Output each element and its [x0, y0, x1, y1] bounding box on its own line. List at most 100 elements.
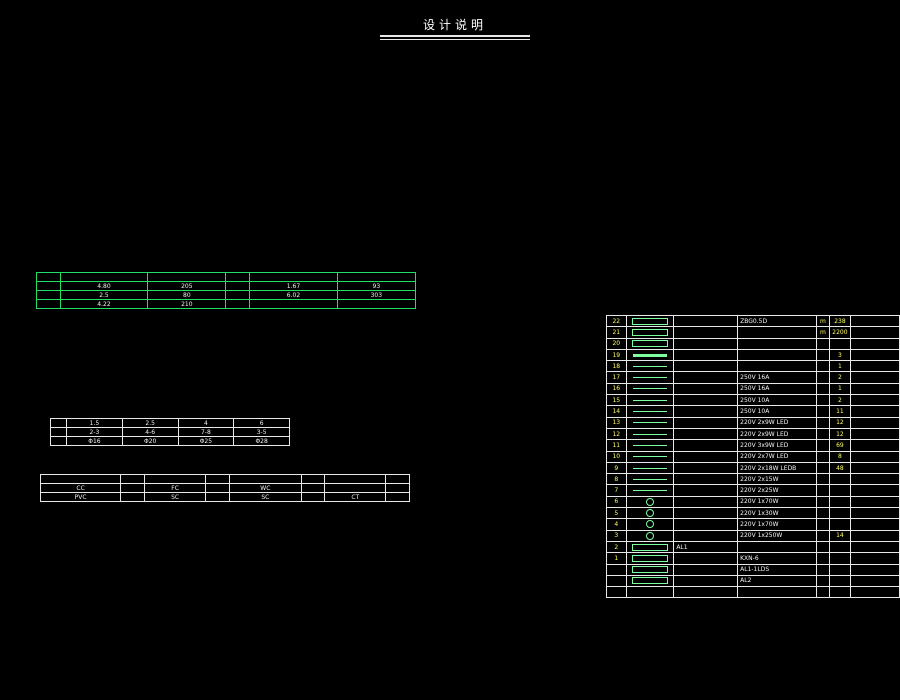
- spec-line: [6, 642, 440, 652]
- table-cell: 14: [606, 405, 627, 418]
- spec-line: [446, 68, 894, 78]
- spec-line: [6, 164, 440, 174]
- spec-line: [6, 241, 440, 251]
- spec-line: [446, 145, 894, 155]
- table-cell: Φ25: [177, 436, 235, 446]
- spec-line: [446, 299, 894, 309]
- table-cell: 80: [147, 290, 227, 300]
- legend-symbol: [625, 461, 675, 475]
- table-cell: [225, 281, 251, 291]
- table-cell: [49, 436, 68, 446]
- spec-line: [6, 613, 440, 623]
- table-cell: 238: [829, 314, 851, 328]
- spec-line: [6, 536, 440, 546]
- table-cell: 220V 2x15W: [737, 473, 817, 486]
- spec-line: [6, 116, 440, 126]
- table-cell: [673, 552, 739, 565]
- table-cell: [815, 507, 831, 520]
- table-row: 3 220V 1x250W 14: [606, 529, 900, 542]
- table-cell: [815, 529, 831, 542]
- table-cell: [673, 450, 739, 463]
- table-cell: Φ20: [121, 436, 179, 446]
- box-symbol-icon: [631, 543, 668, 551]
- table-cell: [849, 405, 900, 418]
- spec-line: [6, 661, 440, 671]
- table-row: [39, 474, 410, 484]
- line-symbol-icon: [632, 377, 667, 379]
- table-cell: AL1-1LDS: [737, 563, 817, 576]
- table-cell: [849, 450, 900, 463]
- table-cell: 4-6: [121, 427, 179, 437]
- line-symbol-icon: [632, 433, 667, 435]
- table-row: 15 250V 10A 2: [606, 394, 900, 407]
- table-row: 11 220V 3x9W LED 69: [606, 439, 900, 452]
- table-row: 5 220V 1x30W: [606, 507, 900, 520]
- table-cell: [324, 483, 387, 493]
- table-cell: [815, 495, 831, 509]
- bar-symbol-icon: [632, 353, 667, 357]
- table-cell: [829, 473, 851, 486]
- box-symbol-icon: [631, 328, 668, 336]
- spec-line: [446, 88, 894, 98]
- table-cell: 1: [829, 360, 851, 373]
- spec-line: [446, 40, 894, 50]
- table-cell: 6: [606, 495, 627, 509]
- table-cell: [849, 484, 900, 497]
- line-symbol-icon: [632, 478, 667, 480]
- table-cell: [815, 473, 831, 486]
- table-cell: [225, 299, 251, 309]
- legend-symbol: [625, 563, 675, 576]
- table-cell: 12: [829, 416, 851, 429]
- table-cell: 2.5: [121, 418, 179, 428]
- table-cell: m: [815, 314, 831, 328]
- legend-symbol: [625, 586, 675, 599]
- table-cell: [673, 529, 739, 542]
- table-cell: 2-3: [66, 427, 123, 437]
- table-cell: [849, 574, 900, 588]
- table-cell: [815, 484, 831, 497]
- table-cell: [49, 427, 68, 437]
- table-cell: [673, 382, 739, 396]
- table-cell: [829, 507, 851, 520]
- table-cell: KXN-6: [737, 552, 817, 565]
- line-symbol-icon: [632, 365, 667, 367]
- table-row: 2-3 4-6 7-8 3-5: [49, 427, 290, 437]
- table-cell: [205, 483, 231, 493]
- table-cell: 4.22: [59, 299, 149, 309]
- legend-symbol: [625, 540, 675, 554]
- table-row: PVC SC SC CT: [39, 492, 410, 502]
- table-cell: [120, 492, 145, 502]
- table-cell: 220V 1x250W: [737, 529, 817, 542]
- table-row: 1 KXN-6: [606, 552, 900, 565]
- circ-symbol-icon: [645, 497, 654, 506]
- table-cell: [815, 518, 831, 531]
- circ-symbol-icon: [645, 531, 654, 540]
- table-row: 20: [606, 337, 900, 350]
- table-cell: [737, 540, 817, 554]
- spec-line: [6, 222, 440, 232]
- table-cell: [849, 416, 900, 429]
- line-symbol-icon: [632, 388, 667, 390]
- spec-line: [446, 116, 894, 126]
- spec-line: [6, 384, 440, 394]
- table-cell: [249, 299, 338, 309]
- legend-symbol: [625, 382, 675, 396]
- legend-symbol: [625, 552, 675, 565]
- table-cell: 250V 16A: [737, 371, 817, 384]
- table-cell: [225, 272, 251, 282]
- table-cell: CT: [324, 492, 387, 502]
- spec-line: [446, 30, 894, 40]
- table-cell: [849, 461, 900, 475]
- table-cell: 14: [829, 529, 851, 542]
- table-cell: 2: [606, 540, 627, 554]
- spec-line: [446, 184, 894, 194]
- table-cell: [737, 586, 817, 599]
- illumination-table: 4.80 205 1.67 93 2.5 80 6.02 303 4.22 210: [36, 272, 417, 309]
- table-cell: [815, 552, 831, 565]
- table-cell: [829, 563, 851, 576]
- spec-line: [6, 565, 440, 575]
- table-cell: ZBG0.5D: [737, 314, 817, 328]
- table-cell: 13: [606, 416, 627, 429]
- legend-symbol: [625, 371, 675, 384]
- table-cell: 1.5: [66, 418, 123, 428]
